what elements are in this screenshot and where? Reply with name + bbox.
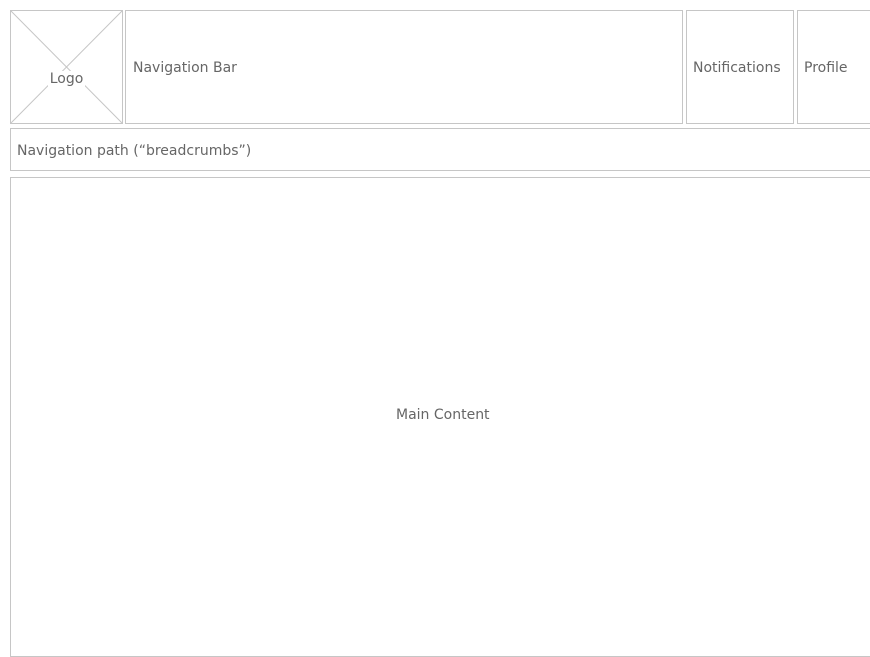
main-content: Main Content xyxy=(10,177,870,657)
navigation-bar[interactable]: Navigation Bar xyxy=(125,10,683,124)
image-placeholder-icon xyxy=(11,11,122,123)
navigation-bar-label: Navigation Bar xyxy=(133,60,237,76)
notifications-label: Notifications xyxy=(693,60,781,76)
logo-label: Logo xyxy=(47,71,86,87)
breadcrumb-label: Navigation path (“breadcrumbs”) xyxy=(17,143,252,159)
breadcrumb[interactable]: Navigation path (“breadcrumbs”) xyxy=(10,128,870,171)
main-content-label: Main Content xyxy=(396,407,490,423)
profile-label: Profile xyxy=(804,60,848,76)
profile-button[interactable]: Profile xyxy=(797,10,870,124)
notifications-button[interactable]: Notifications xyxy=(686,10,794,124)
logo-placeholder[interactable]: Logo xyxy=(10,10,123,124)
